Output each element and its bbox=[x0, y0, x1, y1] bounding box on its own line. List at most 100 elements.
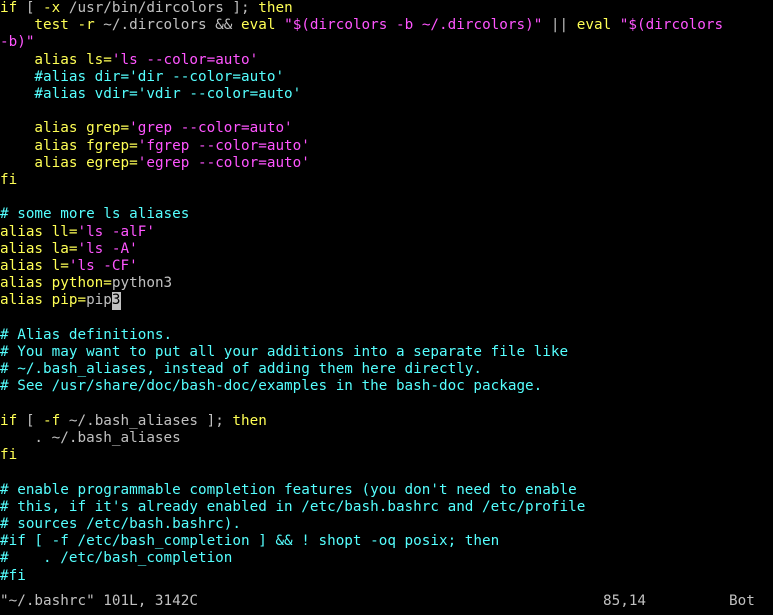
buffer-line[interactable]: fi bbox=[0, 172, 773, 189]
code-token: alias fgrep= bbox=[0, 137, 138, 154]
code-token: # sources /etc/bash.bashrc). bbox=[0, 516, 242, 532]
buffer-line[interactable]: #fi bbox=[0, 568, 773, 585]
buffer-line[interactable]: -b)" bbox=[0, 34, 773, 51]
code-token: 'ls --color=auto' bbox=[111, 51, 259, 68]
code-token: fi bbox=[0, 447, 18, 464]
code-token: # some more ls aliases bbox=[0, 206, 190, 223]
status-bar: "~/.bashrc" 101L, 3142C 85,14 Bot bbox=[0, 593, 773, 610]
terminal-window[interactable]: if [ -x /usr/bin/dircolors ]; then test … bbox=[0, 0, 773, 615]
code-token: ~/.bash_aliases ]; bbox=[60, 412, 233, 429]
buffer-line[interactable]: alias l='ls -CF' bbox=[0, 258, 773, 275]
code-token: ~/.dircolors bbox=[103, 17, 207, 34]
code-token: alias ll= bbox=[0, 223, 78, 240]
code-token: $( bbox=[628, 17, 646, 34]
buffer-line[interactable]: #alias dir='dir --color=auto' bbox=[0, 69, 773, 86]
code-token: #if [ -f /etc/bash_completion ] && ! sho… bbox=[0, 533, 500, 550]
code-token: && bbox=[206, 17, 242, 34]
code-token: # Alias definitions. bbox=[0, 326, 173, 343]
code-token: then bbox=[258, 0, 293, 16]
code-token: eval bbox=[576, 17, 612, 34]
code-token: -f bbox=[43, 412, 61, 429]
buffer-line[interactable]: alias egrep='egrep --color=auto' bbox=[0, 155, 773, 172]
buffer-line[interactable]: alias ll='ls -alF' bbox=[0, 224, 773, 241]
code-token: test -r bbox=[0, 17, 104, 34]
code-token: pip bbox=[86, 292, 112, 309]
buffer-line[interactable]: if [ -x /usr/bin/dircolors ]; then bbox=[0, 0, 773, 17]
scroll-indicator: Bot bbox=[729, 593, 755, 609]
buffer-line[interactable]: alias la='ls -A' bbox=[0, 241, 773, 258]
code-token: # . /etc/bash_completion bbox=[0, 550, 233, 567]
buffer-line[interactable] bbox=[0, 464, 773, 481]
code-token: alias l= bbox=[0, 258, 69, 274]
code-token: # this, if it's already enabled in /etc/… bbox=[0, 498, 586, 515]
file-info: "~/.bashrc" 101L, 3142C bbox=[0, 593, 198, 609]
buffer-line[interactable]: # . /etc/bash_completion bbox=[0, 550, 773, 567]
buffer-line[interactable]: test -r ~/.dircolors && eval "$(dircolor… bbox=[0, 17, 773, 34]
code-token: dircolors bbox=[645, 17, 724, 34]
code-token: /usr/bin/dircolors ]; bbox=[60, 0, 259, 16]
code-token: if bbox=[0, 0, 18, 16]
code-token: alias egrep= bbox=[0, 154, 138, 171]
code-token: . ~/.bash_aliases bbox=[0, 430, 181, 446]
code-token: -b) bbox=[0, 34, 26, 51]
buffer-line[interactable]: #if [ -f /etc/bash_completion ] && ! sho… bbox=[0, 533, 773, 550]
code-token: if bbox=[0, 412, 18, 429]
buffer-line[interactable]: # ~/.bash_aliases, instead of adding the… bbox=[0, 361, 773, 378]
code-token: then bbox=[232, 412, 267, 429]
code-token: -x bbox=[43, 0, 61, 16]
code-token: " bbox=[275, 17, 293, 34]
code-token: alias python= bbox=[0, 275, 112, 292]
code-token: fi bbox=[0, 172, 18, 188]
buffer-line[interactable]: alias python=python3 bbox=[0, 275, 773, 292]
code-token: # enable programmable completion feature… bbox=[0, 481, 577, 498]
buffer-line[interactable]: # some more ls aliases bbox=[0, 206, 773, 223]
code-token: 'grep --color=auto' bbox=[129, 120, 293, 137]
code-token: ) bbox=[525, 17, 534, 34]
code-token: alias ls= bbox=[0, 51, 112, 68]
code-token: #fi bbox=[0, 567, 26, 584]
code-token: #alias vdir='vdir --color=auto' bbox=[0, 86, 302, 102]
buffer-line[interactable]: . ~/.bash_aliases bbox=[0, 430, 773, 447]
code-token: dircolors -b bbox=[309, 17, 422, 34]
code-token: 'ls -CF' bbox=[68, 258, 138, 274]
buffer-line[interactable]: alias grep='grep --color=auto' bbox=[0, 120, 773, 137]
buffer-line[interactable]: if [ -f ~/.bash_aliases ]; then bbox=[0, 413, 773, 430]
buffer-line[interactable]: # Alias definitions. bbox=[0, 327, 773, 344]
buffer-line[interactable]: alias fgrep='fgrep --color=auto' bbox=[0, 138, 773, 155]
code-token: 'egrep --color=auto' bbox=[137, 154, 310, 171]
cursor-position: 85,14 bbox=[603, 593, 647, 609]
code-token: 'ls -A' bbox=[77, 240, 138, 257]
buffer-line[interactable] bbox=[0, 310, 773, 327]
code-token: " bbox=[25, 34, 35, 51]
code-token: || bbox=[542, 17, 577, 34]
buffer-line[interactable]: #alias vdir='vdir --color=auto' bbox=[0, 86, 773, 103]
code-token: [ bbox=[17, 412, 44, 429]
buffer-line[interactable]: # enable programmable completion feature… bbox=[0, 482, 773, 499]
code-token: #alias dir='dir --color=auto' bbox=[0, 68, 285, 85]
buffer-line[interactable]: fi bbox=[0, 447, 773, 464]
text-cursor: 3 bbox=[111, 292, 121, 310]
code-token: $( bbox=[292, 17, 310, 34]
code-token: 'ls -alF' bbox=[77, 223, 155, 240]
buffer-line[interactable]: # You may want to put all your additions… bbox=[0, 344, 773, 361]
buffer-line[interactable]: alias pip=pip3 bbox=[0, 292, 773, 310]
buffer-line[interactable] bbox=[0, 396, 773, 413]
code-token: alias grep= bbox=[0, 120, 130, 137]
buffer-line[interactable] bbox=[0, 103, 773, 120]
code-token: # See /usr/share/doc/bash-doc/examples i… bbox=[0, 378, 543, 395]
code-token: eval bbox=[241, 17, 276, 34]
code-token: python3 bbox=[111, 275, 173, 292]
code-token: [ bbox=[17, 0, 44, 16]
code-token: " bbox=[611, 17, 629, 34]
buffer-line[interactable]: # this, if it's already enabled in /etc/… bbox=[0, 499, 773, 516]
code-token: alias la= bbox=[0, 240, 78, 257]
buffer-line[interactable] bbox=[0, 189, 773, 206]
buffer-line[interactable]: alias ls='ls --color=auto' bbox=[0, 52, 773, 69]
code-token: ~/.dircolors bbox=[421, 17, 526, 34]
code-token: # ~/.bash_aliases, instead of adding the… bbox=[0, 361, 483, 378]
code-token: 'fgrep --color=auto' bbox=[137, 137, 310, 154]
code-token: # You may want to put all your additions… bbox=[0, 344, 569, 360]
code-token: alias pip= bbox=[0, 292, 87, 309]
buffer-line[interactable]: # sources /etc/bash.bashrc). bbox=[0, 516, 773, 533]
buffer-line[interactable]: # See /usr/share/doc/bash-doc/examples i… bbox=[0, 378, 773, 395]
